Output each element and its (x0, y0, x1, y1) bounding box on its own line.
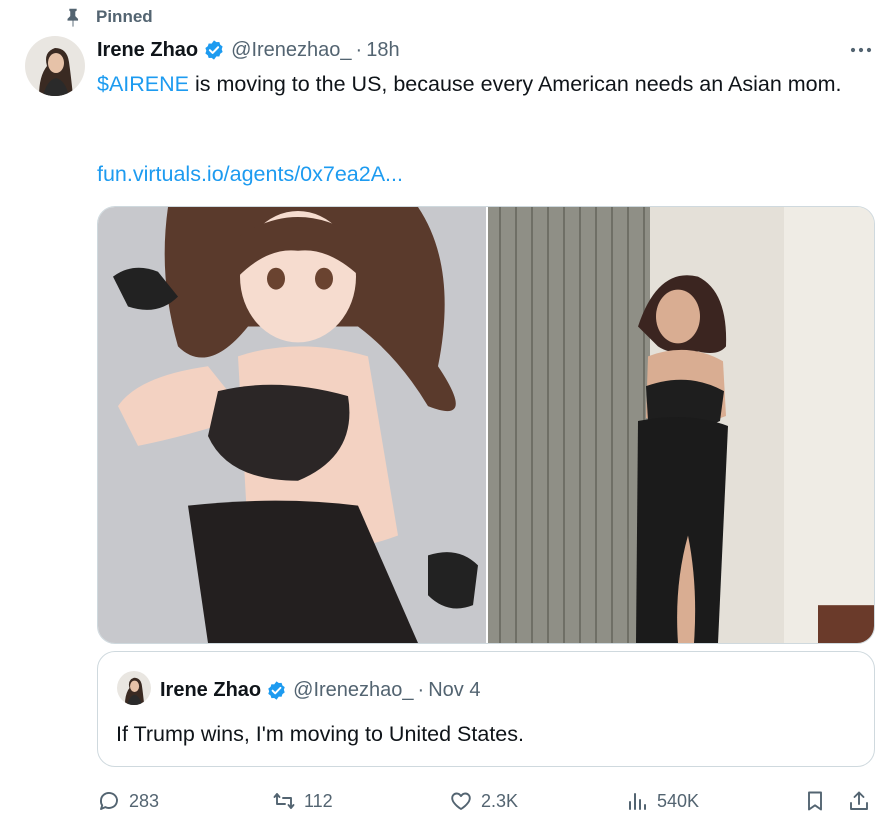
reply-icon (100, 792, 118, 810)
media-grid (97, 206, 875, 644)
cashtag-link[interactable]: $AIRENE (97, 72, 189, 96)
reply-count: 283 (129, 790, 160, 811)
tweet-link[interactable]: fun.virtuals.io/agents/0x7ea2A... (97, 159, 403, 189)
quote-author-name[interactable]: Irene Zhao (160, 679, 261, 702)
action-bar: 283 112 2.3K 540K (97, 784, 877, 818)
photo-image[interactable] (488, 207, 875, 643)
reply-button[interactable]: 283 (97, 784, 159, 818)
tweet-text: $AIRENE is moving to the US, because eve… (97, 69, 857, 99)
views-button[interactable]: 540K (625, 784, 699, 818)
quote-text: If Trump wins, I'm moving to United Stat… (116, 722, 524, 746)
tweet-header: Irene Zhao @Irenezhao_ · 18h (97, 37, 400, 63)
views-chart-icon (629, 793, 646, 810)
tweet-timestamp[interactable]: 18h (366, 39, 399, 62)
bookmark-icon (808, 791, 822, 811)
quote-author-handle[interactable]: @Irenezhao_ (293, 679, 413, 702)
pinned-indicator: Pinned (62, 5, 153, 29)
quote-header: Irene Zhao @Irenezhao_ · Nov 4 (160, 677, 480, 703)
anime-illustration-image[interactable] (98, 207, 486, 643)
share-button[interactable] (847, 784, 871, 818)
retweet-button[interactable]: 112 (272, 784, 333, 818)
heart-icon (451, 792, 471, 810)
like-count: 2.3K (481, 790, 519, 811)
author-name[interactable]: Irene Zhao (97, 39, 198, 62)
quote-timestamp[interactable]: Nov 4 (428, 679, 480, 702)
like-button[interactable]: 2.3K (449, 784, 518, 818)
retweet-count: 112 (304, 790, 333, 811)
bookmark-button[interactable] (803, 784, 827, 818)
retweet-icon (273, 793, 295, 809)
share-icon (850, 791, 868, 810)
view-count: 540K (657, 790, 700, 811)
avatar[interactable] (25, 36, 85, 96)
pinned-label: Pinned (96, 7, 153, 26)
more-options-icon[interactable] (848, 40, 874, 60)
verified-badge-icon[interactable] (203, 39, 225, 61)
quoted-tweet[interactable]: Irene Zhao @Irenezhao_ · Nov 4 If Trump … (97, 651, 875, 767)
quote-avatar (117, 671, 151, 705)
separator-dot: · (417, 678, 425, 701)
author-handle[interactable]: @Irenezhao_ (231, 39, 351, 62)
tweet-body: is moving to the US, because every Ameri… (189, 72, 842, 96)
verified-badge-icon (268, 680, 285, 700)
pin-icon (67, 8, 79, 28)
separator-dot: · (355, 38, 363, 61)
